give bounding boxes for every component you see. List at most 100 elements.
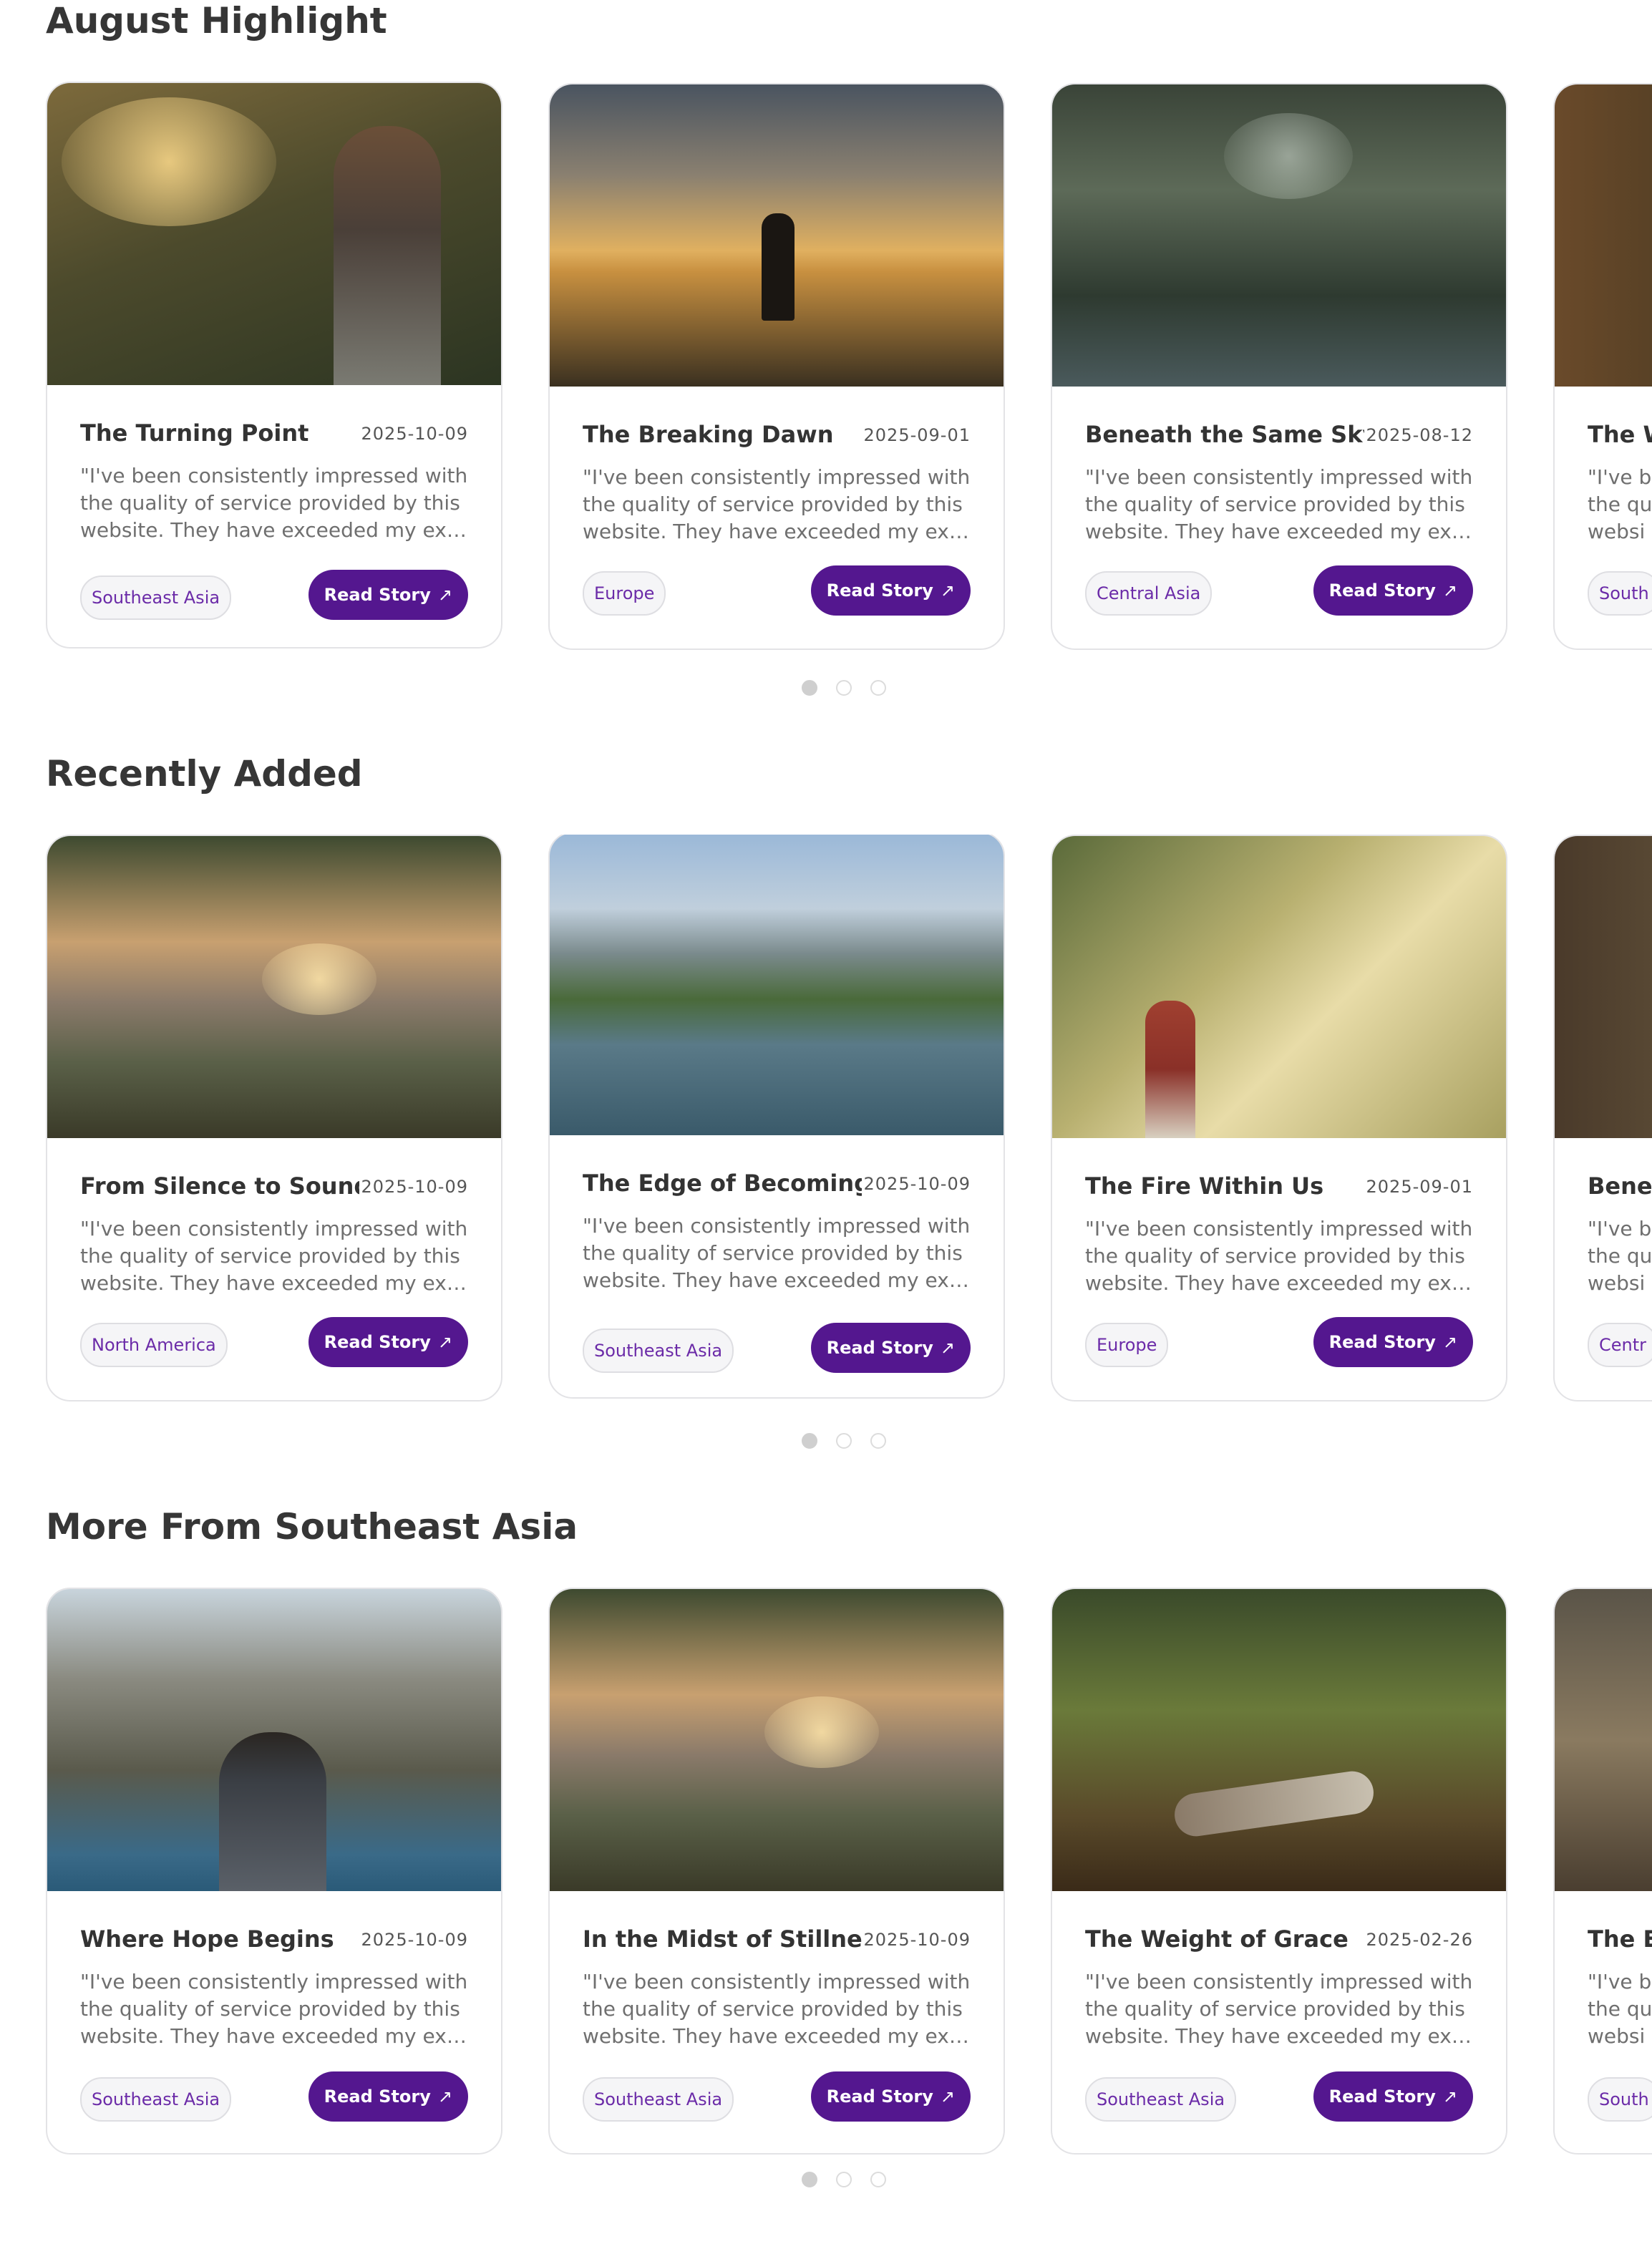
story-image [1555, 1589, 1652, 1891]
pagination-dot[interactable] [870, 2172, 886, 2187]
story-excerpt: "I've been consistently impressed with th… [583, 1970, 972, 2048]
pagination-dot[interactable] [802, 1433, 817, 1449]
arrow-up-right-icon: ↗ [1442, 1332, 1457, 1352]
story-card[interactable]: The Breaking Dawn 2025-09-01 "I've been … [548, 83, 1005, 650]
read-story-button[interactable]: Read Story ↗ [308, 1317, 468, 1367]
region-tag[interactable]: North America [80, 1323, 228, 1367]
region-tag[interactable]: Southeast Asia [80, 575, 232, 620]
story-date: 2025-09-01 [863, 425, 971, 445]
read-story-button[interactable]: Read Story ↗ [810, 2071, 971, 2122]
read-story-button[interactable]: Read Story ↗ [1313, 1317, 1473, 1367]
region-tag[interactable]: Southeast Asia [80, 2077, 232, 2122]
story-image [550, 1589, 1004, 1891]
story-title: The Breaking Dawn [583, 421, 834, 448]
story-card[interactable]: From Silence to Sound 2025-10-09 "I've b… [46, 835, 502, 1402]
read-story-button[interactable]: Read Story ↗ [308, 570, 468, 620]
story-date: 2025-10-09 [863, 1174, 971, 1194]
region-tag[interactable]: South [1588, 2077, 1652, 2122]
story-card[interactable]: The Turning Point 2025-10-09 "I've been … [46, 82, 502, 648]
region-tag[interactable]: Centr [1588, 1323, 1652, 1367]
arrow-up-right-icon: ↗ [437, 1332, 452, 1352]
read-story-button[interactable]: Read Story ↗ [1313, 565, 1473, 616]
story-card[interactable]: Where Hope Begins 2025-10-09 "I've been … [46, 1588, 502, 2155]
pagination-dot[interactable] [836, 680, 852, 696]
pagination-dot[interactable] [802, 2172, 817, 2187]
story-title: The Turning Point [80, 419, 309, 447]
story-excerpt: "I've been consistently impressed with th… [80, 1970, 470, 2048]
arrow-up-right-icon: ↗ [1442, 2087, 1457, 2107]
arrow-up-right-icon: ↗ [437, 585, 452, 605]
read-story-button[interactable]: Read Story ↗ [810, 565, 971, 616]
story-date: 2025-08-12 [1366, 425, 1473, 445]
story-excerpt: "I've b the qu websi [1588, 465, 1652, 543]
story-image [1052, 84, 1506, 387]
story-title: The E [1588, 1925, 1652, 1953]
story-excerpt: "I've been consistently impressed with th… [80, 464, 470, 542]
story-card[interactable]: The Edge of Becoming 2025-10-09 "I've be… [548, 835, 1005, 1399]
pagination-dot[interactable] [836, 1433, 852, 1449]
read-story-button[interactable]: Read Story ↗ [1313, 2071, 1473, 2122]
story-excerpt: "I've been consistently impressed with th… [583, 1214, 972, 1292]
story-title: From Silence to Sound [80, 1172, 359, 1200]
story-card[interactable]: Bene "I've b the qu websi Centr [1553, 835, 1652, 1402]
section-title: More From Southeast Asia [46, 1506, 578, 1548]
story-image [47, 83, 501, 385]
story-image [1052, 1589, 1506, 1891]
read-story-button[interactable]: Read Story ↗ [810, 1323, 971, 1373]
region-tag[interactable]: Southeast Asia [583, 2077, 734, 2122]
story-carousel: Where Hope Begins 2025-10-09 "I've been … [46, 1588, 1652, 2160]
story-image [550, 84, 1004, 387]
story-image [550, 835, 1004, 1135]
region-tag[interactable]: Southeast Asia [583, 1328, 734, 1373]
pagination-dot[interactable] [836, 2172, 852, 2187]
story-card[interactable]: The E "I've b the qu websi South [1553, 1588, 1652, 2155]
story-date: 2025-10-09 [361, 424, 468, 444]
story-card[interactable]: The Fire Within Us 2025-09-01 "I've been… [1051, 835, 1507, 1402]
story-card[interactable]: The Weight of Grace 2025-02-26 "I've bee… [1051, 1588, 1507, 2155]
story-image [1052, 836, 1506, 1138]
story-title: Beneath the Same Sky [1085, 421, 1364, 448]
story-excerpt: "I've been consistently impressed with th… [1085, 1970, 1474, 2048]
story-excerpt: "I've been consistently impressed with th… [583, 465, 972, 543]
story-date: 2025-10-09 [863, 1930, 971, 1950]
story-title: The Fire Within Us [1085, 1172, 1324, 1200]
story-date: 2025-10-09 [361, 1177, 468, 1197]
arrow-up-right-icon: ↗ [940, 1338, 955, 1358]
story-excerpt: "I've been consistently impressed with th… [1085, 1217, 1474, 1295]
story-excerpt: "I've b the qu websi [1588, 1217, 1652, 1295]
arrow-up-right-icon: ↗ [940, 580, 955, 601]
story-date: 2025-10-09 [361, 1930, 468, 1950]
story-date: 2025-02-26 [1366, 1930, 1473, 1950]
region-tag[interactable]: South [1588, 571, 1652, 616]
region-tag[interactable]: Southeast Asia [1085, 2077, 1237, 2122]
story-title: Bene [1588, 1172, 1652, 1200]
story-title: The Weight of Grace [1085, 1925, 1349, 1953]
pagination-dot[interactable] [802, 680, 817, 696]
story-excerpt: "I've been consistently impressed with th… [80, 1217, 470, 1295]
arrow-up-right-icon: ↗ [1442, 580, 1457, 601]
arrow-up-right-icon: ↗ [940, 2087, 955, 2107]
pagination-dot[interactable] [870, 1433, 886, 1449]
region-tag[interactable]: Central Asia [1085, 571, 1213, 616]
story-card[interactable]: Beneath the Same Sky 2025-08-12 "I've be… [1051, 83, 1507, 650]
region-tag[interactable]: Europe [1085, 1323, 1169, 1367]
story-excerpt: "I've b the qu websi [1588, 1970, 1652, 2048]
story-image [1555, 836, 1652, 1138]
arrow-up-right-icon: ↗ [437, 2087, 452, 2107]
story-title: Where Hope Begins [80, 1925, 334, 1953]
story-image [47, 1589, 501, 1891]
pagination-dot[interactable] [870, 680, 886, 696]
section-title: Recently Added [46, 753, 363, 795]
story-title: In the Midst of Stillness [583, 1925, 862, 1953]
read-story-button[interactable]: Read Story ↗ [308, 2071, 468, 2122]
story-title: The W [1588, 421, 1652, 448]
story-image [1555, 84, 1652, 387]
story-date: 2025-09-01 [1366, 1177, 1473, 1197]
story-excerpt: "I've been consistently impressed with th… [1085, 465, 1474, 543]
story-card[interactable]: In the Midst of Stillness 2025-10-09 "I'… [548, 1588, 1005, 2155]
story-title: The Edge of Becoming [583, 1170, 862, 1197]
region-tag[interactable]: Europe [583, 571, 666, 616]
story-image [47, 836, 501, 1138]
story-carousel: The Turning Point 2025-10-09 "I've been … [46, 82, 1652, 654]
story-card[interactable]: The W "I've bthe quwebsi South [1553, 83, 1652, 650]
